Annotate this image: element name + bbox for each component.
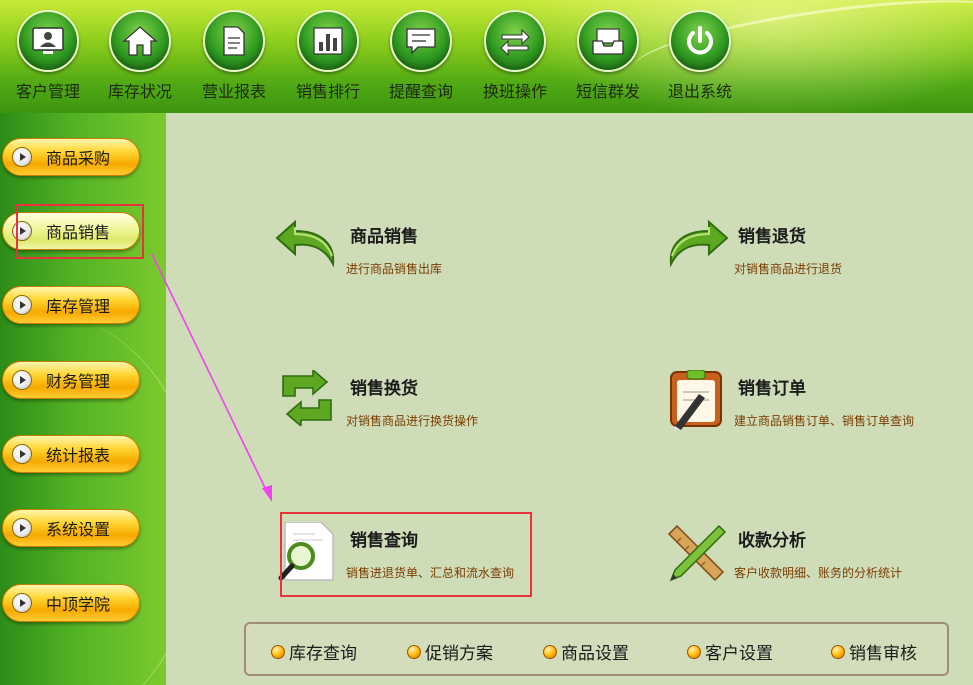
play-bullet-icon	[12, 295, 32, 315]
quick-link-customer-settings[interactable]: 客户设置	[687, 639, 773, 664]
feature-title: 销售订单	[738, 379, 806, 399]
feature-description: 销售进退货单、汇总和流水查询	[346, 566, 515, 580]
house-icon	[109, 10, 171, 72]
quick-access-bar: 库存查询 促销方案 商品设置 客户设置 销售审核	[244, 622, 949, 676]
quick-link-label: 库存查询	[289, 644, 357, 664]
feature-payment-analysis[interactable]: 收款分析 客户收款明细、账务的分析统计	[663, 522, 963, 602]
feature-description: 进行商品销售出库	[346, 262, 443, 276]
sidebar-item-finance[interactable]: 财务管理	[2, 361, 140, 399]
sidebar-item-label: 库存管理	[46, 297, 111, 316]
power-icon	[669, 10, 731, 72]
feature-sales-exchange[interactable]: 销售换货 对销售商品进行换货操作	[275, 370, 575, 450]
ruler-pencil-icon	[663, 522, 729, 588]
feature-description: 对销售商品进行退货	[734, 262, 843, 276]
feature-sales-query[interactable]: 销售查询 销售进退货单、汇总和流水查询	[275, 522, 575, 602]
sidebar-item-statistics[interactable]: 统计报表	[2, 435, 140, 473]
play-bullet-icon	[12, 370, 32, 390]
sidebar-item-purchase[interactable]: 商品采购	[2, 138, 140, 176]
quick-link-label: 销售审核	[849, 644, 917, 664]
feature-title: 销售换货	[350, 379, 418, 399]
quick-link-product-settings[interactable]: 商品设置	[543, 639, 629, 664]
sidebar-item-academy[interactable]: 中顶学院	[2, 584, 140, 622]
toolbar-label: 销售排行	[295, 82, 360, 101]
toolbar-label: 营业报表	[201, 82, 266, 101]
quick-link-promotion-plan[interactable]: 促销方案	[407, 639, 493, 664]
recycle-arrows-icon	[275, 370, 341, 436]
orange-dot-icon	[407, 644, 421, 659]
play-bullet-icon	[12, 221, 32, 241]
clipboard-pen-icon	[663, 370, 729, 436]
magnifier-document-icon	[275, 522, 341, 588]
play-bullet-icon	[12, 444, 32, 464]
feature-title: 收款分析	[738, 531, 806, 551]
play-bullet-icon	[12, 147, 32, 167]
redo-arrow-icon	[663, 218, 729, 284]
bar-chart-icon	[297, 10, 359, 72]
toolbar-label: 提醒查询	[388, 82, 453, 101]
toolbar-button-sms-broadcast[interactable]: 短信群发	[568, 10, 648, 105]
quick-link-label: 客户设置	[705, 644, 773, 664]
toolbar-label: 客户管理	[15, 82, 80, 101]
toolbar-button-business-report[interactable]: 营业报表	[194, 10, 274, 105]
sidebar-item-label: 商品采购	[46, 149, 111, 168]
orange-dot-icon	[687, 644, 701, 659]
speech-bubble-icon	[390, 10, 452, 72]
toolbar-label: 短信群发	[575, 82, 640, 101]
toolbar-button-reminder-query[interactable]: 提醒查询	[381, 10, 461, 105]
sidebar-item-label: 财务管理	[46, 372, 111, 391]
feature-description: 客户收款明细、账务的分析统计	[734, 566, 903, 580]
report-doc-icon	[203, 10, 265, 72]
play-bullet-icon	[12, 518, 32, 538]
inbox-tray-icon	[577, 10, 639, 72]
feature-title: 销售查询	[350, 531, 418, 551]
feature-sales-return[interactable]: 销售退货 对销售商品进行退货	[663, 218, 963, 298]
toolbar-button-customer-management[interactable]: 客户管理	[8, 10, 88, 105]
sidebar-item-inventory[interactable]: 库存管理	[2, 286, 140, 324]
orange-dot-icon	[831, 644, 845, 659]
toolbar-button-sales-ranking[interactable]: 销售排行	[288, 10, 368, 105]
sidebar-item-sales[interactable]: 商品销售	[2, 212, 140, 250]
toolbar-label: 退出系统	[667, 82, 732, 101]
toolbar-label: 换班操作	[482, 82, 547, 101]
quick-link-label: 促销方案	[425, 644, 493, 664]
toolbar-button-shift-change[interactable]: 换班操作	[475, 10, 555, 105]
quick-link-inventory-query[interactable]: 库存查询	[271, 639, 357, 664]
play-bullet-icon	[12, 593, 32, 613]
feature-product-sales[interactable]: 商品销售 进行商品销售出库	[275, 218, 575, 298]
customer-screen-icon	[17, 10, 79, 72]
swap-arrows-icon	[484, 10, 546, 72]
undo-arrow-icon	[275, 218, 341, 284]
feature-description: 建立商品销售订单、销售订单查询	[734, 414, 915, 428]
toolbar-button-exit-system[interactable]: 退出系统	[660, 10, 740, 105]
quick-link-label: 商品设置	[561, 644, 629, 664]
toolbar-label: 库存状况	[107, 82, 172, 101]
orange-dot-icon	[271, 644, 285, 659]
sidebar-item-label: 商品销售	[46, 223, 111, 242]
orange-dot-icon	[543, 644, 557, 659]
sidebar-item-label: 系统设置	[46, 520, 111, 539]
feature-title: 商品销售	[350, 227, 418, 247]
sidebar-item-settings[interactable]: 系统设置	[2, 509, 140, 547]
top-toolbar: 客户管理 库存状况 营业报表 销售排行 提醒查询 换班操作 短信群发 退出系统	[0, 0, 973, 113]
sidebar-item-label: 中顶学院	[46, 595, 111, 614]
sidebar-item-label: 统计报表	[46, 446, 111, 465]
feature-sales-order[interactable]: 销售订单 建立商品销售订单、销售订单查询	[663, 370, 963, 450]
feature-title: 销售退货	[738, 227, 806, 247]
quick-link-sales-audit[interactable]: 销售审核	[831, 639, 917, 664]
feature-description: 对销售商品进行换货操作	[346, 414, 479, 428]
toolbar-button-inventory-status[interactable]: 库存状况	[100, 10, 180, 105]
